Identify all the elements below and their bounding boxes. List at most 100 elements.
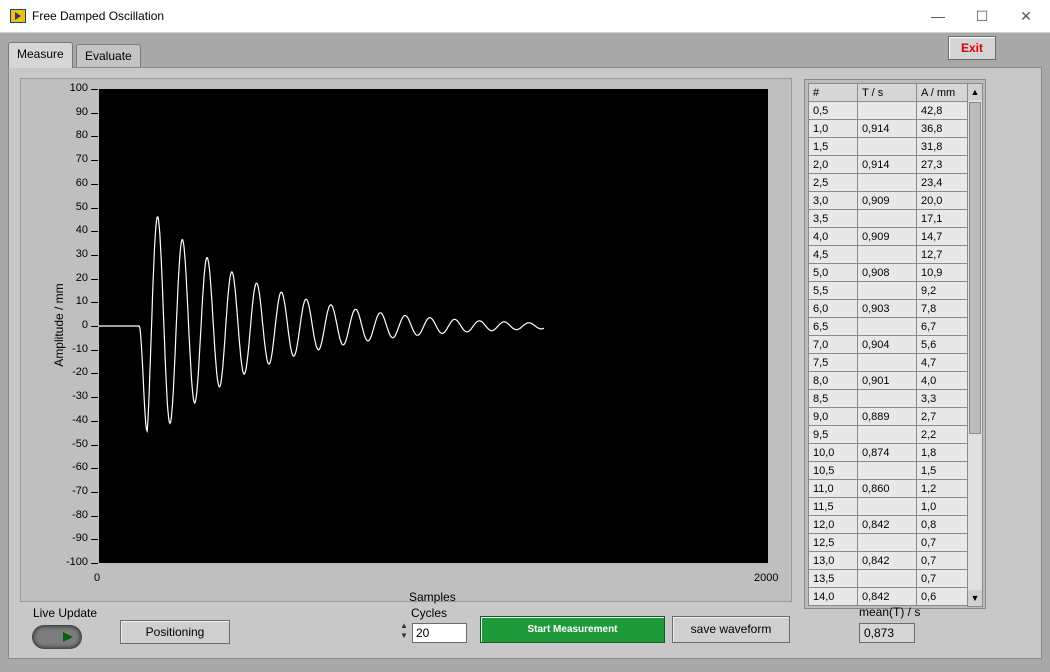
scroll-up-icon[interactable]: ▲ — [968, 84, 982, 100]
row-amplitude-cell: 23,4 — [916, 173, 968, 192]
table-row: 11,5 1,0 — [808, 497, 968, 516]
y-tick-mark — [91, 326, 98, 327]
row-amplitude-cell: 1,2 — [916, 479, 968, 498]
y-tick-mark — [91, 302, 98, 304]
live-update-label: Live Update — [33, 606, 98, 620]
row-index-cell: 1,5 — [808, 137, 858, 156]
row-period-cell: 0,901 — [857, 371, 917, 390]
row-amplitude-cell: 6,7 — [916, 317, 968, 336]
y-tick-label: -70 — [72, 484, 88, 497]
row-amplitude-cell: 5,6 — [916, 335, 968, 354]
row-period-cell: 0,842 — [857, 551, 917, 570]
row-index-cell: 11,5 — [808, 497, 858, 516]
row-period-cell: 0,908 — [857, 263, 917, 282]
close-button[interactable]: ✕ — [1006, 4, 1046, 28]
header-index: # — [808, 83, 858, 102]
row-index-cell: 4,5 — [808, 245, 858, 264]
y-tick-mark — [91, 207, 98, 209]
y-tick-label: -50 — [72, 437, 88, 450]
row-amplitude-cell: 31,8 — [916, 137, 968, 156]
y-tick-mark — [91, 136, 98, 138]
row-amplitude-cell: 9,2 — [916, 281, 968, 300]
y-tick-label: 60 — [75, 176, 88, 189]
row-period-cell — [857, 173, 917, 192]
minimize-button[interactable]: — — [918, 4, 958, 28]
y-tick-mark — [91, 373, 98, 375]
y-tick-label: -100 — [65, 556, 88, 568]
row-period-cell: 0,914 — [857, 155, 917, 174]
row-period-cell — [857, 389, 917, 408]
y-tick-label: -80 — [72, 508, 88, 521]
positioning-button[interactable]: Positioning — [120, 620, 230, 644]
y-tick-label: 70 — [75, 153, 88, 166]
table-row: 2,5 23,4 — [808, 173, 968, 192]
y-tick-label: -30 — [72, 390, 88, 403]
y-tick-mark — [91, 349, 98, 351]
cycles-spinner-icon[interactable]: ▲ ▼ — [398, 621, 410, 643]
row-period-cell: 0,860 — [857, 479, 917, 498]
row-index-cell: 5,5 — [808, 281, 858, 300]
table-scrollbar[interactable]: ▲ ▼ — [967, 83, 983, 607]
row-period-cell: 0,904 — [857, 335, 917, 354]
row-index-cell: 13,5 — [808, 569, 858, 588]
y-tick-mark — [91, 231, 98, 233]
table-row: 12,0 0,842 0,8 — [808, 515, 968, 534]
row-amplitude-cell: 1,5 — [916, 461, 968, 480]
row-index-cell: 3,5 — [808, 209, 858, 228]
row-amplitude-cell: 0,6 — [916, 587, 968, 606]
row-index-cell: 1,0 — [808, 119, 858, 138]
y-tick-mark — [91, 539, 98, 541]
tab-measure[interactable]: Measure — [8, 42, 73, 68]
y-tick-mark — [91, 444, 98, 446]
y-tick-label: 80 — [75, 129, 88, 142]
header-period: T / s — [857, 83, 917, 102]
table-row: 3,5 17,1 — [808, 209, 968, 228]
table-header-row: # T / s A / mm — [808, 83, 968, 102]
row-amplitude-cell: 0,7 — [916, 569, 968, 588]
live-update-toggle[interactable] — [32, 625, 82, 649]
exit-button[interactable]: Exit — [948, 36, 996, 60]
table-row: 9,5 2,2 — [808, 425, 968, 444]
row-period-cell — [857, 497, 917, 516]
maximize-button[interactable]: ☐ — [962, 4, 1002, 28]
y-tick-mark — [91, 278, 98, 280]
table-row: 1,0 0,914 36,8 — [808, 119, 968, 138]
scroll-down-icon[interactable]: ▼ — [968, 590, 982, 606]
table-row: 11,0 0,860 1,2 — [808, 479, 968, 498]
tab-evaluate[interactable]: Evaluate — [76, 44, 141, 68]
row-amplitude-cell: 14,7 — [916, 227, 968, 246]
table-row: 4,5 12,7 — [808, 245, 968, 264]
row-amplitude-cell: 4,7 — [916, 353, 968, 372]
row-period-cell — [857, 425, 917, 444]
y-tick-mark — [91, 515, 98, 517]
mean-period-value: 0,873 — [859, 623, 915, 643]
row-index-cell: 13,0 — [808, 551, 858, 570]
table-row: 13,5 0,7 — [808, 569, 968, 588]
row-amplitude-cell: 0,7 — [916, 533, 968, 552]
table-row: 5,5 9,2 — [808, 281, 968, 300]
row-index-cell: 7,5 — [808, 353, 858, 372]
row-index-cell: 0,5 — [808, 101, 858, 120]
table-row: 8,5 3,3 — [808, 389, 968, 408]
row-period-cell — [857, 281, 917, 300]
y-tick-mark — [91, 563, 98, 564]
row-amplitude-cell: 10,9 — [916, 263, 968, 282]
window-title: Free Damped Oscillation — [32, 9, 165, 23]
row-index-cell: 9,0 — [808, 407, 858, 426]
y-tick-mark — [91, 397, 98, 399]
waveform-line — [99, 216, 545, 434]
row-period-cell — [857, 245, 917, 264]
row-index-cell: 10,0 — [808, 443, 858, 462]
scroll-thumb[interactable] — [969, 102, 981, 434]
save-waveform-button[interactable]: save waveform — [672, 616, 790, 643]
row-amplitude-cell: 1,8 — [916, 443, 968, 462]
row-amplitude-cell: 2,2 — [916, 425, 968, 444]
row-index-cell: 3,0 — [808, 191, 858, 210]
row-amplitude-cell: 3,3 — [916, 389, 968, 408]
row-index-cell: 2,5 — [808, 173, 858, 192]
row-amplitude-cell: 0,7 — [916, 551, 968, 570]
row-amplitude-cell: 1,0 — [916, 497, 968, 516]
start-measurement-button[interactable]: Start Measurement — [480, 616, 665, 643]
table-row: 14,0 0,842 0,6 — [808, 587, 968, 606]
cycles-input[interactable]: 20 — [412, 623, 467, 643]
